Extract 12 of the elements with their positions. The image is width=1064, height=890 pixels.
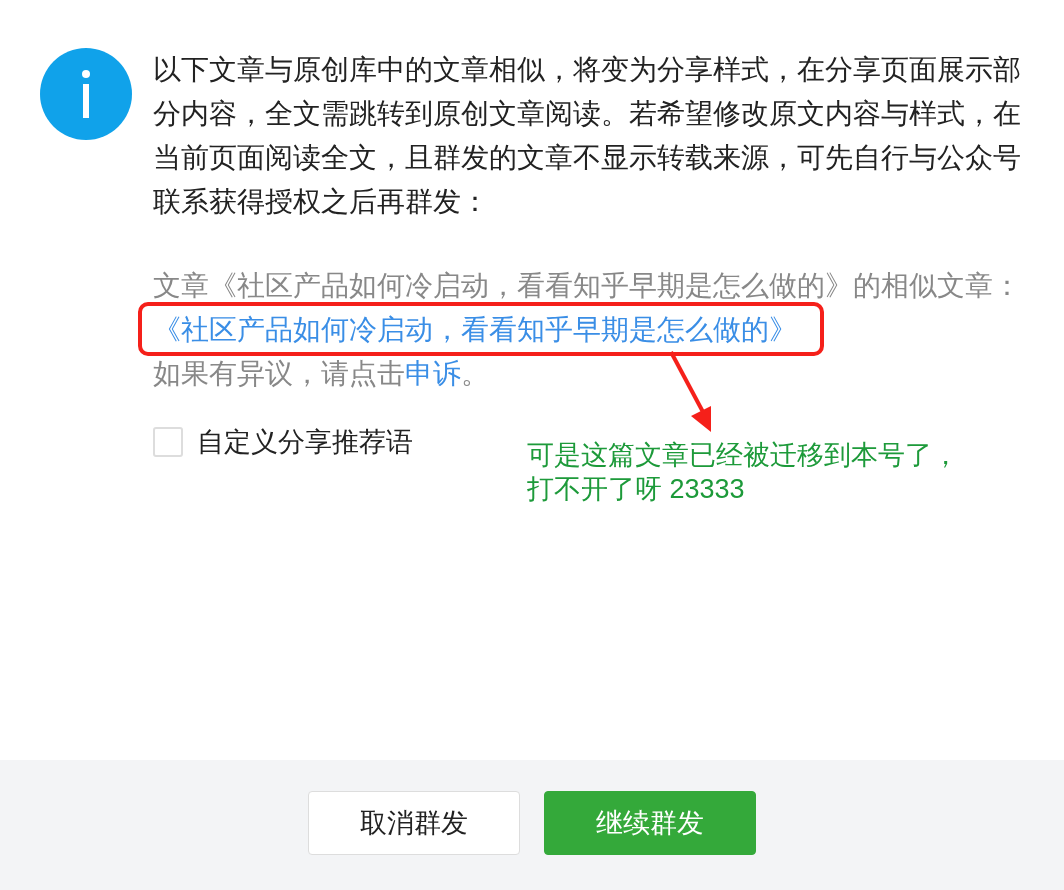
- checkbox[interactable]: [153, 427, 183, 457]
- annotation-note: 打不开了呀 23333: [527, 473, 746, 506]
- info-message: 以下文章与原创库中的文章相似，将变为分享样式，在分享页面展示部分内容，全文需跳转到原创文章阅读。若希望修改原文内容与样式，在当前页面阅读全文，且群发的文章不显示转载来源，可先自行与公众号联系获得授权之后再群发：: [153, 53, 1022, 219]
- appeal-link[interactable]: 申诉: [405, 358, 461, 389]
- cancel-button[interactable]: 取消群发: [308, 791, 520, 855]
- article-link[interactable]: 《社区产品如何冷启动，看看知乎早期是怎么做的》: [153, 314, 797, 345]
- dispute-text: 如果有异议，请点击申诉。: [153, 357, 489, 391]
- annotation-note: 可是这篇文章已经被迁移到本号了，: [527, 439, 959, 472]
- continue-button[interactable]: 继续群发: [544, 791, 756, 855]
- info-icon: [40, 48, 132, 140]
- similar-article-intro: 文章《社区产品如何冷启动，看看知乎早期是怎么做的》的相似文章：: [153, 269, 1022, 303]
- checkbox-label: 自定义分享推荐语: [197, 426, 413, 459]
